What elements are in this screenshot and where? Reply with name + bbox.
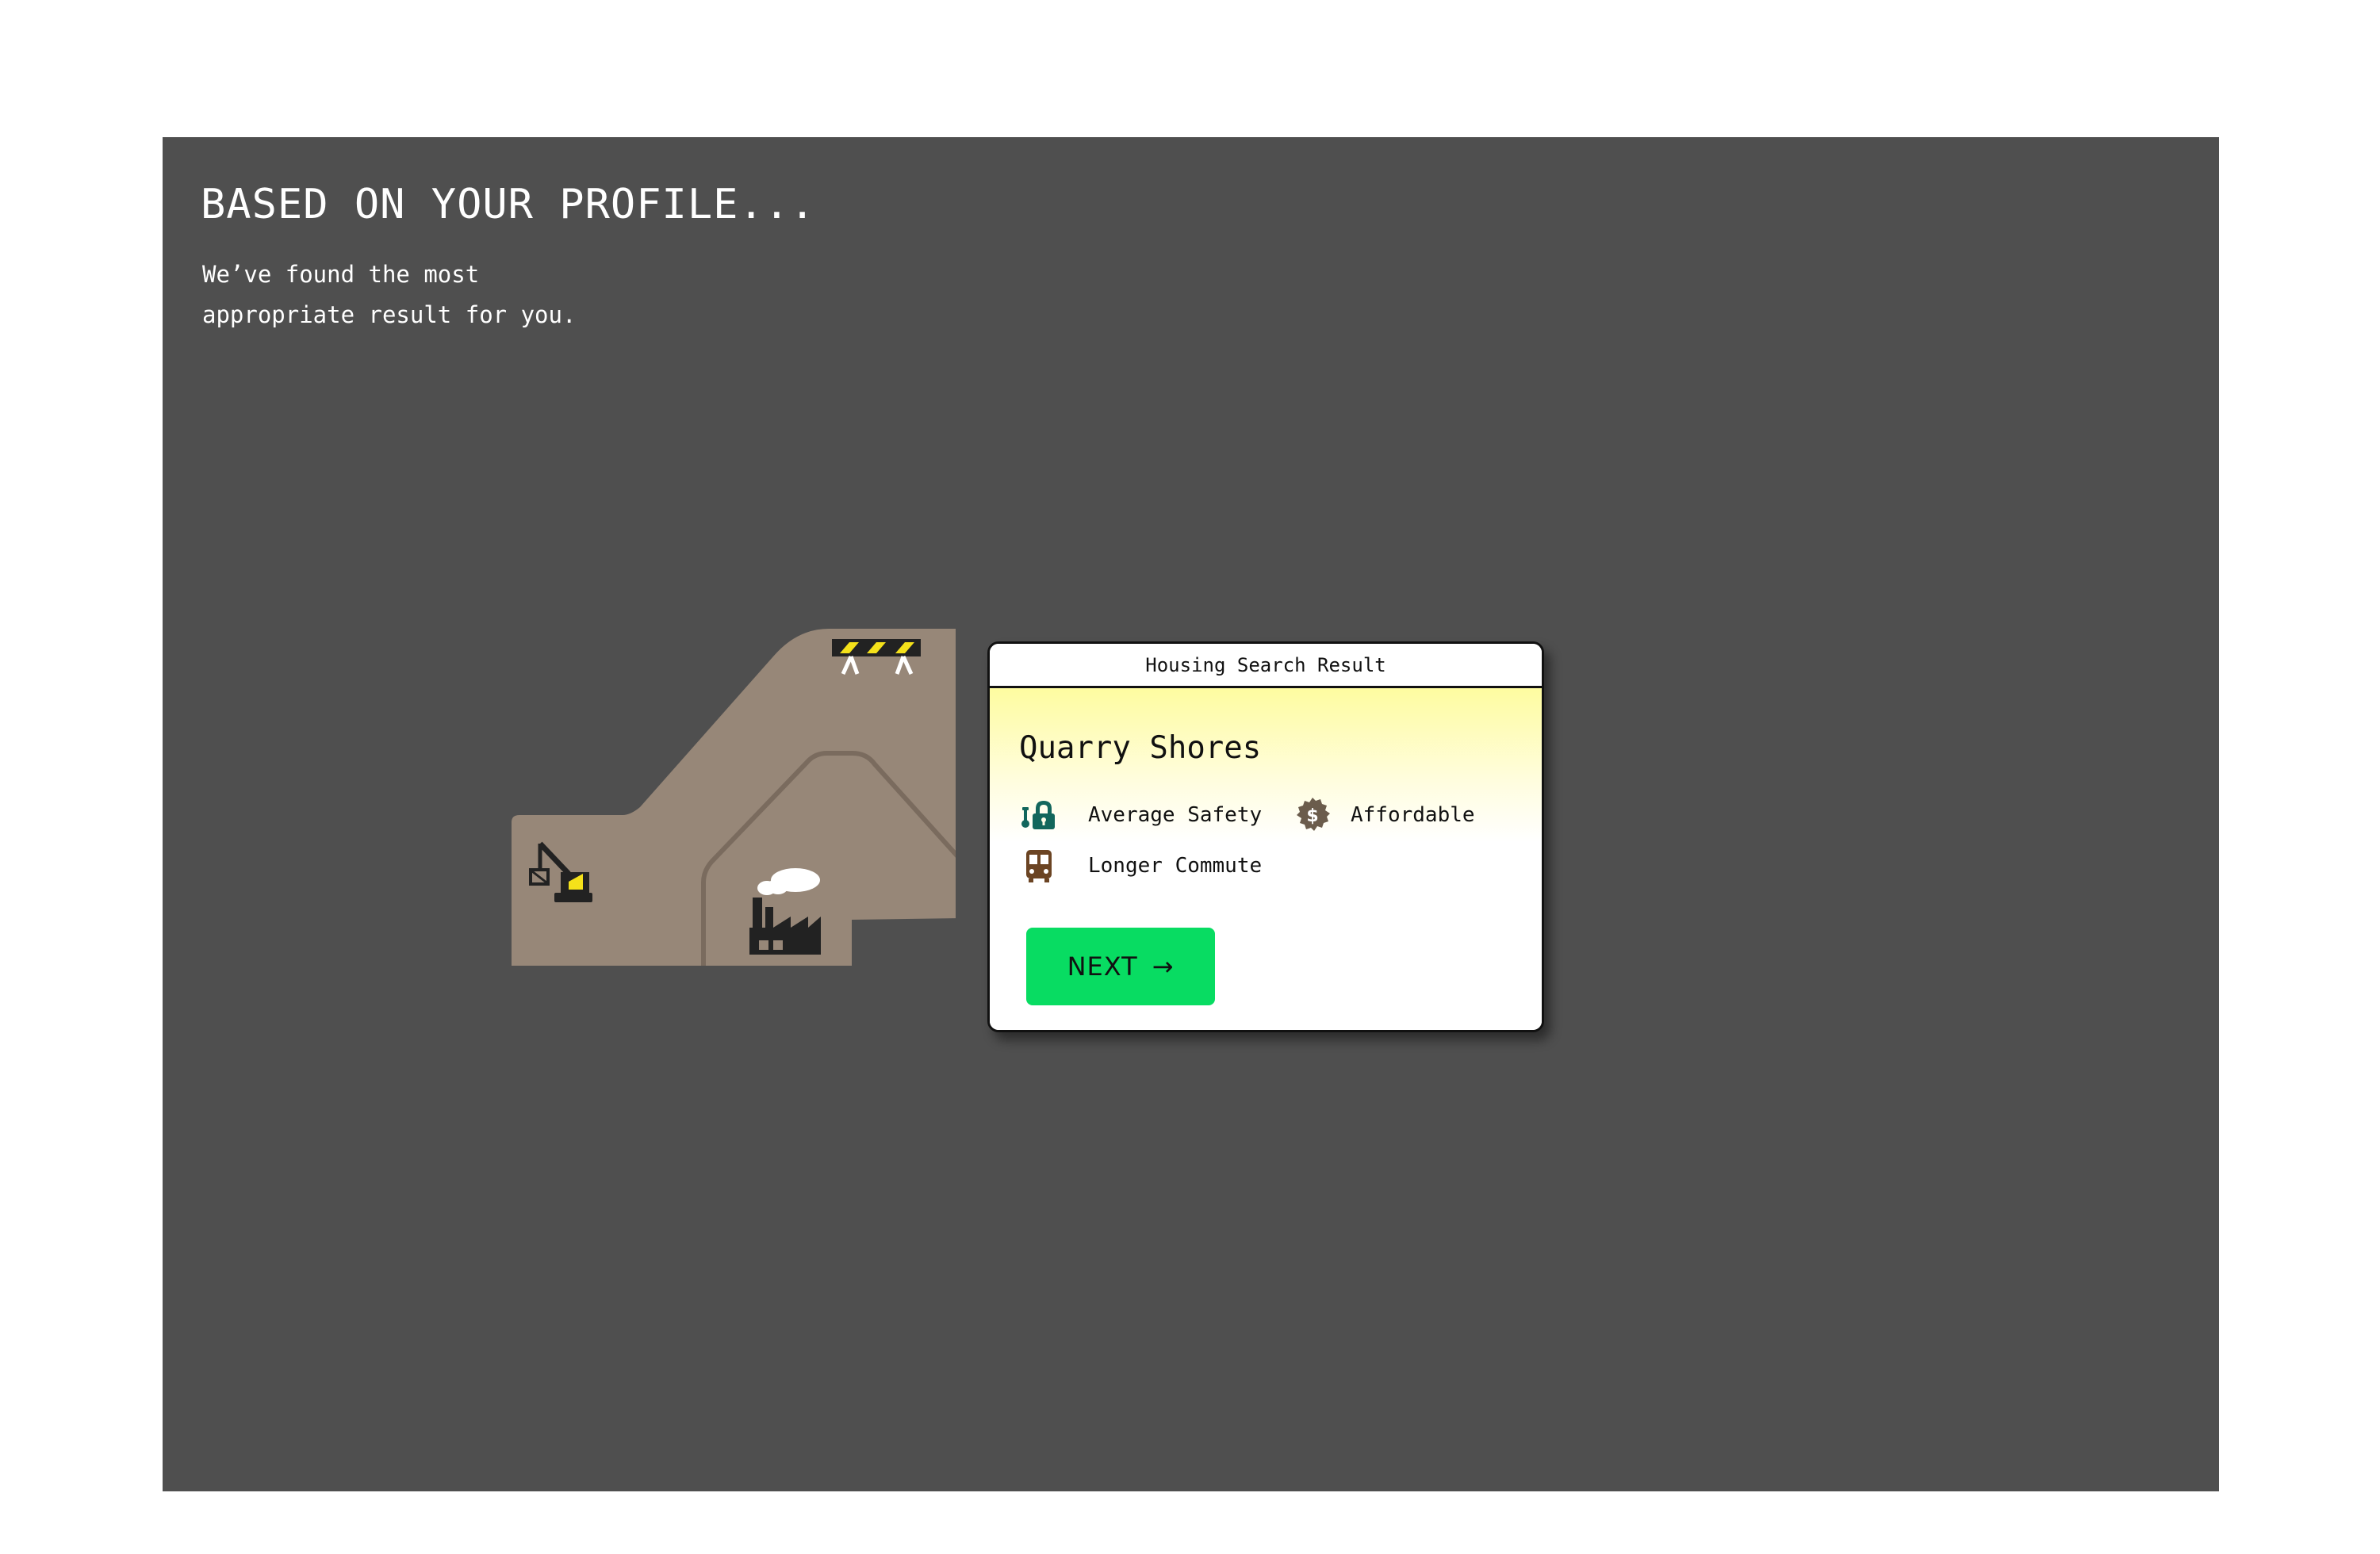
safety-lock-icon bbox=[1021, 801, 1055, 829]
subtitle-line-1: We’ve found the most bbox=[202, 261, 480, 288]
attribute-commute: Longer Commute bbox=[1020, 847, 1262, 885]
attribute-safety-label: Average Safety bbox=[1088, 803, 1263, 827]
result-card: Housing Search Result Quarry Shores Aver… bbox=[987, 641, 1544, 1032]
attribute-safety: Average Safety bbox=[1020, 796, 1262, 834]
attribute-affordability-label: Affordable bbox=[1351, 803, 1475, 827]
neighborhood-map bbox=[512, 629, 956, 966]
card-body: Quarry Shores Average Safety $ Affordabl… bbox=[990, 688, 1542, 1030]
bus-icon bbox=[1026, 850, 1052, 882]
svg-text:$: $ bbox=[1306, 806, 1318, 826]
arrow-right-icon: → bbox=[1152, 951, 1175, 982]
result-screen: BASED ON YOUR PROFILE... We’ve found the… bbox=[163, 137, 2219, 1491]
card-title: Housing Search Result bbox=[990, 644, 1542, 688]
map-land bbox=[512, 629, 956, 966]
place-name: Quarry Shores bbox=[1019, 730, 1262, 766]
page-subtitle: We’ve found the most appropriate result … bbox=[202, 255, 576, 335]
attribute-commute-label: Longer Commute bbox=[1088, 854, 1263, 878]
page-title: BASED ON YOUR PROFILE... bbox=[201, 181, 816, 228]
next-button-label: NEXT bbox=[1067, 951, 1138, 982]
next-button[interactable]: NEXT → bbox=[1026, 928, 1215, 1005]
dollar-badge-icon: $ bbox=[1297, 798, 1330, 831]
attribute-affordability: $ Affordable bbox=[1293, 796, 1475, 834]
subtitle-line-2: appropriate result for you. bbox=[202, 301, 577, 328]
